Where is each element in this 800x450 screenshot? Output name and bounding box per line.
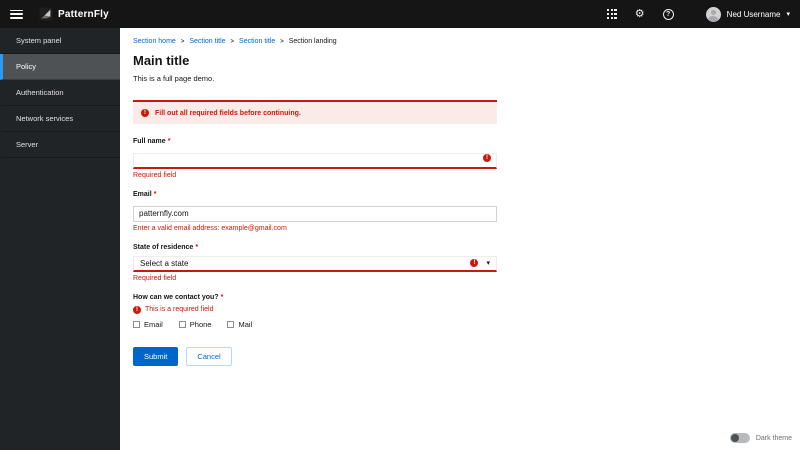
contact-label: How can we contact you? * <box>133 293 224 301</box>
cancel-button[interactable]: Cancel <box>186 346 232 366</box>
dark-theme-toggle-wrap: Dark theme <box>729 433 792 443</box>
chevron-down-icon: ▾ <box>786 10 790 18</box>
main-content: Section home > Section title > Section t… <box>120 28 800 450</box>
required-asterisk: * <box>195 243 199 251</box>
exclamation-circle-icon: ! <box>141 109 149 117</box>
state-group: State of residence * Select a state ! ▾ R… <box>133 244 497 282</box>
required-asterisk: * <box>220 293 224 301</box>
sidebar-item-policy[interactable]: Policy <box>0 54 120 80</box>
state-select-value: Select a state <box>140 258 189 268</box>
breadcrumb-link-1[interactable]: Section title <box>189 38 225 45</box>
breadcrumb-link-2[interactable]: Section title <box>239 38 275 45</box>
settings-gear-icon[interactable]: ⚙ <box>635 8 645 20</box>
avatar <box>705 6 721 22</box>
checkbox-phone[interactable]: Phone <box>178 320 211 329</box>
required-asterisk: * <box>153 191 157 198</box>
sidebar-item-authentication[interactable]: Authentication <box>0 80 120 106</box>
breadcrumb-current: Section landing <box>288 38 337 45</box>
patternfly-arrow-icon <box>39 7 53 21</box>
email-input[interactable] <box>133 205 497 222</box>
sidebar-item-system-panel[interactable]: System panel <box>0 28 120 54</box>
user-name: Ned Username <box>726 9 781 19</box>
required-asterisk: * <box>167 138 171 145</box>
full-name-error: Required field <box>133 172 177 179</box>
chevron-down-icon: ▾ <box>486 259 490 267</box>
full-name-input[interactable] <box>133 153 497 169</box>
checkbox-icon <box>178 320 186 328</box>
brand-logo[interactable]: PatternFly <box>39 7 109 21</box>
checkbox-icon <box>227 320 235 328</box>
breadcrumb: Section home > Section title > Section t… <box>133 38 800 45</box>
contact-error: This is a required field <box>145 306 214 313</box>
user-menu[interactable]: Ned Username ▾ <box>692 6 790 22</box>
checkbox-mail[interactable]: Mail <box>227 320 252 329</box>
checkbox-email[interactable]: Email <box>133 320 163 329</box>
contact-group: How can we contact you? * ! This is a req… <box>133 294 497 329</box>
full-name-label: Full name * <box>133 138 171 145</box>
angle-right-icon: > <box>280 38 284 45</box>
exclamation-circle-icon: ! <box>133 305 141 314</box>
contact-error-row: ! This is a required field <box>133 305 497 314</box>
submit-button[interactable]: Submit <box>133 346 179 366</box>
masthead: PatternFly ⚙ ? Ned Username ▾ <box>0 0 800 28</box>
page-title: Main title <box>133 53 190 68</box>
form-actions: Submit Cancel <box>133 346 800 366</box>
email-group: Email* Enter a valid email address: exam… <box>133 191 497 232</box>
help-icon[interactable]: ? <box>662 8 674 20</box>
angle-right-icon: > <box>180 38 185 45</box>
toggle-knob <box>730 434 739 442</box>
state-select[interactable]: Select a state ! ▾ <box>133 255 497 272</box>
page-subtitle: This is a full page demo. <box>133 74 215 83</box>
danger-alert: ! Fill out all required fields before co… <box>133 100 497 124</box>
sidebar-item-network-services[interactable]: Network services <box>0 106 120 132</box>
contact-options: Email Phone Mail <box>133 320 497 329</box>
breadcrumb-link-home[interactable]: Section home <box>133 38 176 45</box>
sidebar-nav: System panel Policy Authentication Netwo… <box>0 28 120 450</box>
sidebar-item-server[interactable]: Server <box>0 132 120 158</box>
hamburger-menu-icon[interactable] <box>10 9 23 19</box>
dark-theme-toggle[interactable] <box>729 433 750 443</box>
state-label: State of residence * <box>133 243 199 251</box>
exclamation-circle-icon: ! <box>470 259 479 267</box>
apps-grid-icon[interactable] <box>606 9 617 19</box>
checkbox-icon <box>133 320 140 328</box>
alert-text: Fill out all required fields before cont… <box>155 109 301 117</box>
angle-right-icon: > <box>230 38 235 45</box>
state-error: Required field <box>133 274 177 282</box>
email-error: Enter a valid email address: example@gma… <box>133 224 287 232</box>
exclamation-circle-icon: ! <box>483 154 491 162</box>
dark-theme-label: Dark theme <box>755 434 792 442</box>
email-label: Email * <box>133 191 157 198</box>
full-name-group: Full name * ! Required field <box>133 138 497 179</box>
brand-name: PatternFly <box>58 8 109 20</box>
